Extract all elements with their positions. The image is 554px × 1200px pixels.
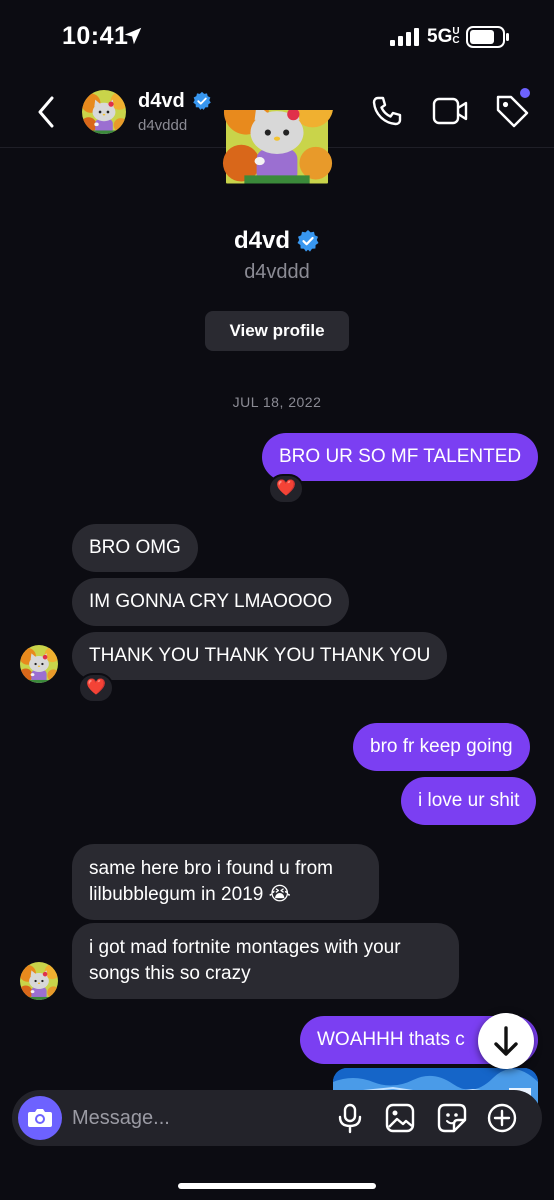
date-divider: JUL 18, 2022	[232, 394, 322, 410]
status-bar: 10:41 5GUC	[0, 0, 554, 76]
microphone-icon[interactable]	[334, 1102, 366, 1134]
arrow-down-icon	[494, 1026, 518, 1056]
add-icon[interactable]	[486, 1102, 518, 1134]
sender-avatar[interactable]	[20, 962, 58, 1000]
heart-reaction[interactable]: ❤️	[78, 673, 114, 703]
message-bubble-received[interactable]: IM GONNA CRY LMAOOOO	[72, 578, 350, 626]
message-bubble-sent[interactable]: bro fr keep going	[353, 723, 530, 771]
sender-avatar[interactable]	[20, 645, 58, 683]
video-icon[interactable]	[432, 94, 468, 128]
cellular-signal-icon	[390, 28, 419, 46]
scroll-to-bottom-button[interactable]	[478, 1013, 534, 1069]
status-time: 10:41	[62, 22, 129, 50]
back-chevron-icon[interactable]	[30, 92, 64, 132]
verified-badge-icon	[296, 229, 320, 253]
profile-username: d4vddd	[244, 261, 310, 283]
message-bubble-sent[interactable]: i love ur shit	[401, 777, 537, 825]
view-profile-button[interactable]: View profile	[205, 311, 349, 351]
contact-name[interactable]: d4vd	[138, 90, 185, 113]
verified-badge-icon	[192, 91, 212, 111]
network-label: 5GUC	[427, 26, 460, 47]
message-composer	[12, 1090, 542, 1146]
gallery-icon[interactable]	[384, 1102, 416, 1134]
sticker-icon[interactable]	[436, 1102, 468, 1134]
message-bubble-received[interactable]: i got mad fortnite montages with your so…	[72, 923, 459, 999]
home-indicator[interactable]	[178, 1183, 376, 1189]
heart-reaction[interactable]: ❤️	[268, 474, 304, 504]
location-arrow-icon	[124, 27, 142, 45]
battery-icon	[466, 26, 509, 48]
phone-icon[interactable]	[370, 94, 404, 128]
profile-avatar[interactable]	[218, 110, 336, 212]
message-bubble-sent[interactable]: BRO UR SO MF TALENTED	[262, 433, 539, 481]
camera-icon	[28, 1109, 52, 1127]
message-bubble-received[interactable]: same here bro i found u from lilbubblegu…	[72, 844, 379, 920]
message-input[interactable]	[72, 1090, 332, 1146]
message-bubble-received[interactable]: THANK YOU THANK YOU THANK YOU	[72, 632, 448, 680]
camera-button[interactable]	[18, 1096, 62, 1140]
message-bubble-received[interactable]: BRO OMG	[72, 524, 198, 572]
profile-name: d4vd	[0, 226, 554, 255]
notification-dot	[520, 88, 530, 98]
contact-username: d4vddd	[138, 117, 188, 134]
avatar[interactable]	[82, 90, 126, 134]
